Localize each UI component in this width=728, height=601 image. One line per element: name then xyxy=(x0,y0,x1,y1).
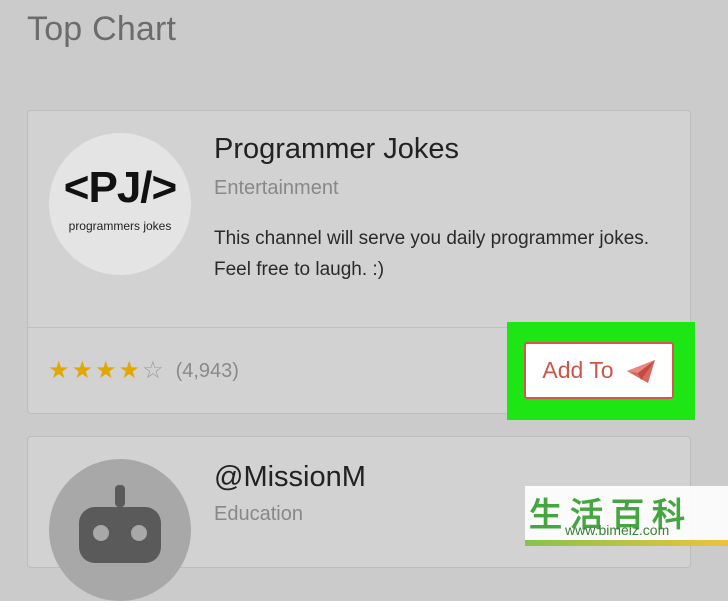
robot-head xyxy=(79,507,161,563)
channel-avatar: <PJ/> programmers jokes xyxy=(49,133,191,275)
star-filled-icon: ★ xyxy=(71,357,94,384)
star-filled-icon: ★ xyxy=(95,357,117,384)
robot-eye xyxy=(131,525,147,541)
add-to-label: Add To xyxy=(542,357,614,383)
channel-category: Education xyxy=(214,503,303,525)
channel-logo: <PJ/> xyxy=(63,163,177,212)
page-title: Top Chart xyxy=(27,10,177,48)
paper-plane-icon xyxy=(626,358,656,384)
star-empty-icon: ☆ xyxy=(142,357,164,384)
robot-eye xyxy=(93,525,109,541)
watermark-stripe xyxy=(525,540,728,546)
rating-count: (4,943) xyxy=(175,359,239,382)
highlight-box: Add To xyxy=(507,322,695,420)
add-to-button[interactable]: Add To xyxy=(524,342,674,399)
channel-category: Entertainment xyxy=(214,177,339,199)
robot-antenna xyxy=(115,485,125,507)
robot-icon xyxy=(49,459,191,601)
star-filled-icon: ★ xyxy=(118,357,141,384)
channel-name[interactable]: Programmer Jokes xyxy=(214,133,459,166)
channel-name[interactable]: @MissionM xyxy=(214,461,366,494)
star-filled-icon: ★ xyxy=(48,357,70,384)
watermark-url: www.bimeiz.com xyxy=(565,522,670,538)
channel-logo-caption: programmers jokes xyxy=(68,219,172,233)
watermark: 生活百科 www.bimeiz.com xyxy=(525,486,728,546)
rating: ★ ★ ★ ★ ☆ (4,943) xyxy=(48,359,239,383)
channel-description: This channel will serve you daily progra… xyxy=(214,228,650,280)
